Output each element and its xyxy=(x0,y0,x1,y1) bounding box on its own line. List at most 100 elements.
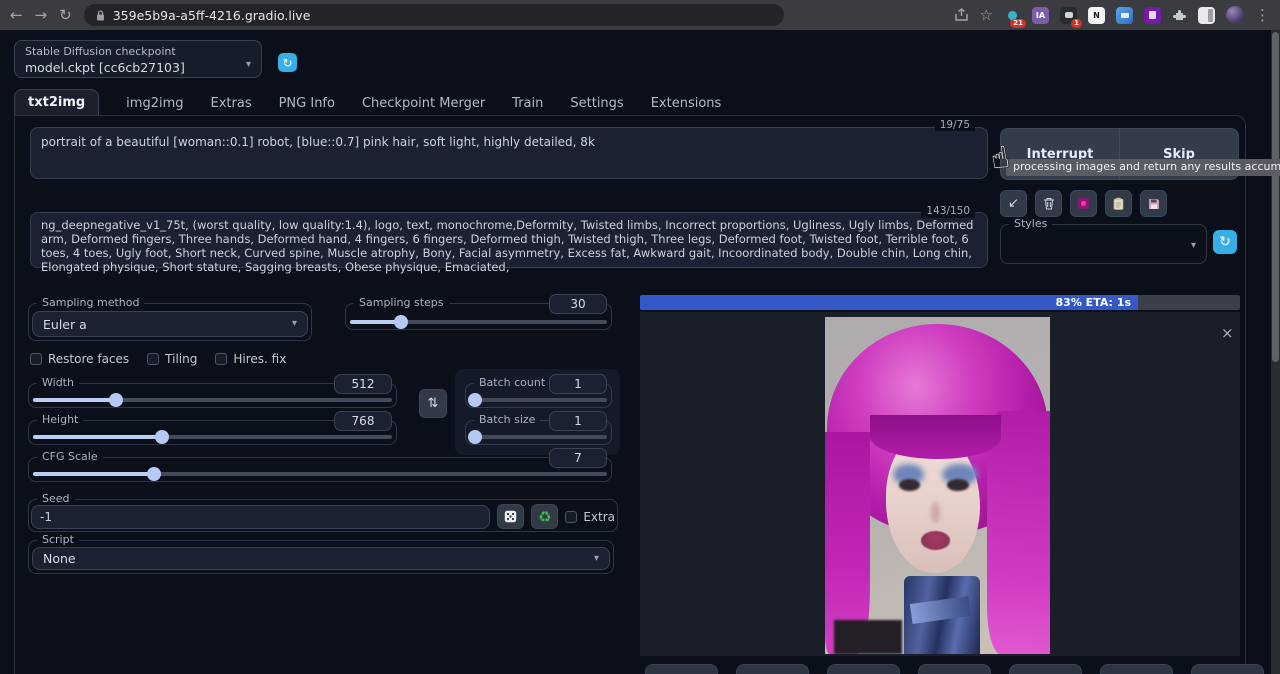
forward-icon[interactable]: → xyxy=(35,8,48,23)
extensions-puzzle-icon[interactable] xyxy=(1172,8,1187,23)
random-seed-button[interactable] xyxy=(497,504,524,529)
generated-image[interactable] xyxy=(825,317,1050,654)
bottom-action-button[interactable] xyxy=(645,664,718,674)
slider-thumb[interactable] xyxy=(109,393,123,407)
onenote-extension-icon[interactable] xyxy=(1144,7,1161,24)
tiling-label: Tiling xyxy=(165,352,197,366)
dark-badge: 1 xyxy=(1071,19,1082,28)
save-style-button[interactable] xyxy=(1140,190,1167,217)
cfg-scale-slider[interactable] xyxy=(33,472,607,476)
negative-token-counter: 143/150 xyxy=(921,204,975,218)
prompt-textarea[interactable]: 19/75 portrait of a beautiful [woman::0.… xyxy=(30,127,988,179)
page-scrollbar[interactable] xyxy=(1271,30,1280,674)
bottom-action-button[interactable] xyxy=(918,664,991,674)
tab-img2img[interactable]: img2img xyxy=(126,91,183,116)
batch-size-input[interactable]: 1 xyxy=(549,411,607,431)
refresh-styles-button[interactable]: ↻ xyxy=(1213,230,1237,254)
checkpoint-dropdown[interactable]: Stable Diffusion checkpoint model.ckpt [… xyxy=(14,40,262,78)
paste-params-button[interactable]: ↙ xyxy=(1000,190,1027,217)
bottom-action-button[interactable] xyxy=(1100,664,1173,674)
batch-size-slider[interactable] xyxy=(470,435,607,439)
close-image-icon[interactable]: × xyxy=(1221,324,1234,342)
dark-extension-icon[interactable]: 1 xyxy=(1060,7,1077,24)
restore-faces-option[interactable]: Restore faces xyxy=(30,352,129,366)
chevron-down-icon: ▾ xyxy=(1191,241,1196,251)
tab-txt2img[interactable]: txt2img xyxy=(14,89,99,116)
tiling-checkbox[interactable] xyxy=(147,353,159,365)
reuse-seed-button[interactable]: ♻ xyxy=(531,504,558,529)
script-label: Script xyxy=(37,533,79,546)
apply-style-button[interactable] xyxy=(1105,190,1132,217)
slider-fill xyxy=(33,398,116,402)
chevron-down-icon: ▾ xyxy=(246,60,251,70)
restore-faces-checkbox[interactable] xyxy=(30,353,42,365)
slider-thumb[interactable] xyxy=(155,430,169,444)
prompt-text: portrait of a beautiful [woman::0.1] rob… xyxy=(31,128,987,156)
notion-extension-icon[interactable]: N xyxy=(1088,7,1105,24)
hires-fix-option[interactable]: Hires. fix xyxy=(215,352,286,366)
cfg-scale-input[interactable]: 7 xyxy=(549,448,607,468)
styles-dropdown[interactable]: Styles ▾ xyxy=(1000,224,1207,264)
tiling-option[interactable]: Tiling xyxy=(147,352,197,366)
tab-png-info[interactable]: PNG Info xyxy=(279,91,335,116)
reload-icon[interactable]: ↻ xyxy=(59,8,72,23)
hires-fix-checkbox[interactable] xyxy=(215,353,227,365)
browser-actions: ☆ 21 IA 1 N xyxy=(954,6,1270,24)
pin-extension-icon[interactable]: 21 xyxy=(1004,7,1021,24)
width-slider[interactable] xyxy=(33,398,392,402)
tab-train[interactable]: Train xyxy=(512,91,543,116)
bottom-action-button[interactable] xyxy=(1191,664,1264,674)
tab-checkpoint-merger[interactable]: Checkpoint Merger xyxy=(362,91,485,116)
refresh-icon: ↻ xyxy=(1219,234,1231,250)
seed-extra-option[interactable]: Extra xyxy=(565,510,615,524)
width-input[interactable]: 512 xyxy=(334,374,392,394)
tab-settings[interactable]: Settings xyxy=(570,91,623,116)
slider-thumb[interactable] xyxy=(468,430,482,444)
image-hair-right xyxy=(987,411,1050,654)
width-label: Width xyxy=(37,376,79,389)
slider-thumb[interactable] xyxy=(147,467,161,481)
sidepanel-icon[interactable] xyxy=(1198,7,1215,24)
slider-thumb[interactable] xyxy=(394,315,408,329)
profile-avatar[interactable] xyxy=(1226,6,1244,24)
refresh-checkpoint-button[interactable]: ↻ xyxy=(278,53,297,72)
batch-count-group: Batch count 1 xyxy=(465,383,612,408)
height-input[interactable]: 768 xyxy=(334,411,392,431)
batch-size-group: Batch size 1 xyxy=(465,420,612,445)
address-bar[interactable]: 359e5b9a-a5ff-4216.gradio.live xyxy=(84,4,784,26)
image-extension-icon[interactable] xyxy=(1116,7,1133,24)
share-icon[interactable] xyxy=(954,8,969,22)
swap-dimensions-button[interactable]: ⇅ xyxy=(419,389,447,418)
seed-input[interactable]: -1 xyxy=(31,505,490,529)
refresh-icon: ↻ xyxy=(282,56,292,70)
back-icon[interactable]: ← xyxy=(10,8,23,23)
clear-prompt-button[interactable] xyxy=(1035,190,1062,217)
bookmark-star-icon[interactable]: ☆ xyxy=(980,8,993,23)
extra-networks-button[interactable] xyxy=(1070,190,1097,217)
scrollbar-thumb[interactable] xyxy=(1272,32,1279,362)
tab-extensions[interactable]: Extensions xyxy=(651,91,722,116)
bottom-action-button[interactable] xyxy=(736,664,809,674)
sampling-method-select[interactable]: Euler a ▾ xyxy=(32,311,308,337)
height-slider[interactable] xyxy=(33,435,392,439)
negative-prompt-text: ng_deepnegative_v1_75t, (worst quality, … xyxy=(31,213,987,281)
batch-count-input[interactable]: 1 xyxy=(549,374,607,394)
sampling-method-value: Euler a xyxy=(43,317,87,332)
batch-count-slider[interactable] xyxy=(470,398,607,402)
ia-extension-icon[interactable]: IA xyxy=(1032,7,1049,24)
notion-label: N xyxy=(1093,11,1100,20)
sampling-steps-input[interactable]: 30 xyxy=(549,294,607,314)
browser-toolbar: ← → ↻ 359e5b9a-a5ff-4216.gradio.live ☆ 2… xyxy=(0,0,1280,30)
cfg-scale-group: CFG Scale 7 xyxy=(28,457,612,482)
slider-thumb[interactable] xyxy=(468,393,482,407)
slider-fill xyxy=(33,472,154,476)
script-value: None xyxy=(43,551,76,566)
script-select[interactable]: None ▾ xyxy=(32,547,610,570)
seed-extra-checkbox[interactable] xyxy=(565,511,577,523)
sampling-steps-slider[interactable] xyxy=(350,320,607,324)
browser-menu-icon[interactable]: ⋮ xyxy=(1255,8,1270,23)
bottom-action-button[interactable] xyxy=(827,664,900,674)
bottom-action-button[interactable] xyxy=(1009,664,1082,674)
negative-prompt-textarea[interactable]: 143/150 ng_deepnegative_v1_75t, (worst q… xyxy=(30,212,988,268)
tab-extras[interactable]: Extras xyxy=(211,91,252,116)
